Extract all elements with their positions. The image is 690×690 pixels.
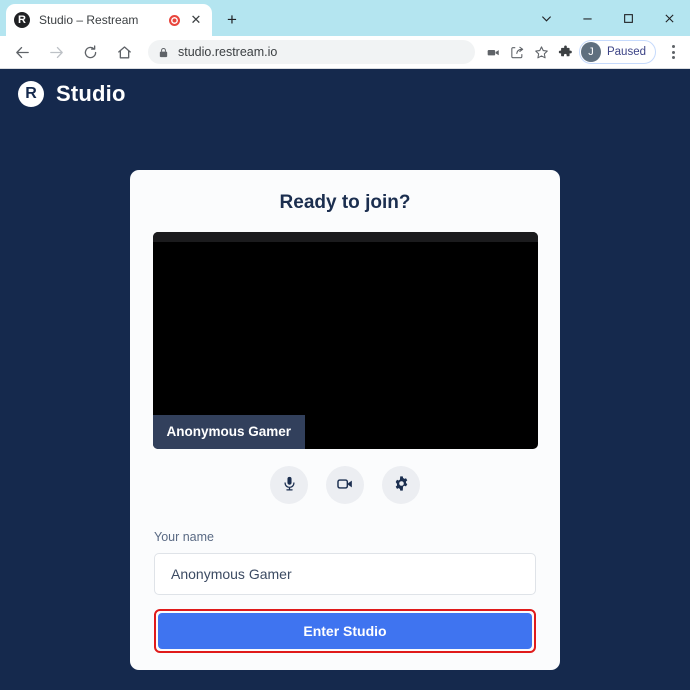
tab-title: Studio – Restream (39, 13, 139, 27)
media-camera-icon[interactable] (483, 41, 505, 63)
browser-toolbar: studio.restream.io J Paused (0, 36, 690, 69)
name-input[interactable] (154, 553, 536, 595)
enter-studio-button[interactable]: Enter Studio (158, 613, 532, 649)
share-icon[interactable] (507, 41, 529, 63)
recording-indicator-icon (169, 14, 180, 26)
participant-name-badge: Anonymous Gamer (152, 415, 306, 449)
video-preview[interactable]: Anonymous Gamer (152, 232, 538, 449)
video-top-bar (152, 232, 538, 242)
minimize-icon[interactable] (567, 0, 608, 36)
tab-search-chevron-down-icon[interactable] (526, 0, 567, 36)
lock-icon (158, 47, 169, 58)
profile-status-label: Paused (606, 46, 646, 58)
address-bar-url: studio.restream.io (178, 45, 278, 59)
page-content: R Studio Ready to join? Anonymous Gamer (0, 70, 690, 690)
join-card: Ready to join? Anonymous Gamer Your name… (130, 170, 560, 670)
app-brand[interactable]: R Studio (18, 81, 126, 107)
video-camera-icon (336, 475, 354, 496)
name-field-label: Your name (154, 530, 214, 544)
address-bar[interactable]: studio.restream.io (148, 40, 475, 64)
microphone-icon (281, 475, 298, 495)
extensions-puzzle-icon[interactable] (555, 41, 577, 63)
restream-logo-icon: R (18, 81, 44, 107)
menu-dot (671, 56, 675, 59)
tab-strip: R Studio – Restream ✕ + (0, 0, 690, 36)
microphone-toggle-button[interactable] (270, 466, 308, 504)
home-icon[interactable] (110, 38, 138, 66)
close-icon[interactable] (649, 0, 690, 36)
reload-icon[interactable] (76, 38, 104, 66)
enter-studio-highlight: Enter Studio (154, 609, 536, 653)
browser-tab[interactable]: R Studio – Restream ✕ (6, 4, 212, 36)
window-controls (526, 0, 690, 36)
avatar: J (580, 42, 601, 62)
three-dot-menu-icon[interactable] (660, 39, 686, 65)
camera-toggle-button[interactable] (326, 466, 364, 504)
menu-dot (671, 45, 675, 48)
menu-dot (671, 50, 675, 54)
tab-close-icon[interactable]: ✕ (188, 12, 204, 28)
toolbar-actions: J Paused (483, 39, 690, 65)
gear-icon (393, 475, 410, 495)
forward-arrow-icon[interactable] (42, 38, 70, 66)
page-title: Ready to join? (279, 192, 411, 213)
back-arrow-icon[interactable] (8, 38, 36, 66)
new-tab-button[interactable]: + (220, 8, 244, 32)
media-controls (130, 466, 560, 504)
maximize-icon[interactable] (608, 0, 649, 36)
tab-favicon-icon: R (14, 12, 30, 28)
browser-window: R Studio – Restream ✕ + studio.restream.… (0, 0, 690, 690)
profile-chip[interactable]: J Paused (578, 40, 656, 64)
app-title: Studio (56, 81, 126, 106)
bookmark-star-icon[interactable] (531, 41, 553, 63)
settings-button[interactable] (382, 466, 420, 504)
